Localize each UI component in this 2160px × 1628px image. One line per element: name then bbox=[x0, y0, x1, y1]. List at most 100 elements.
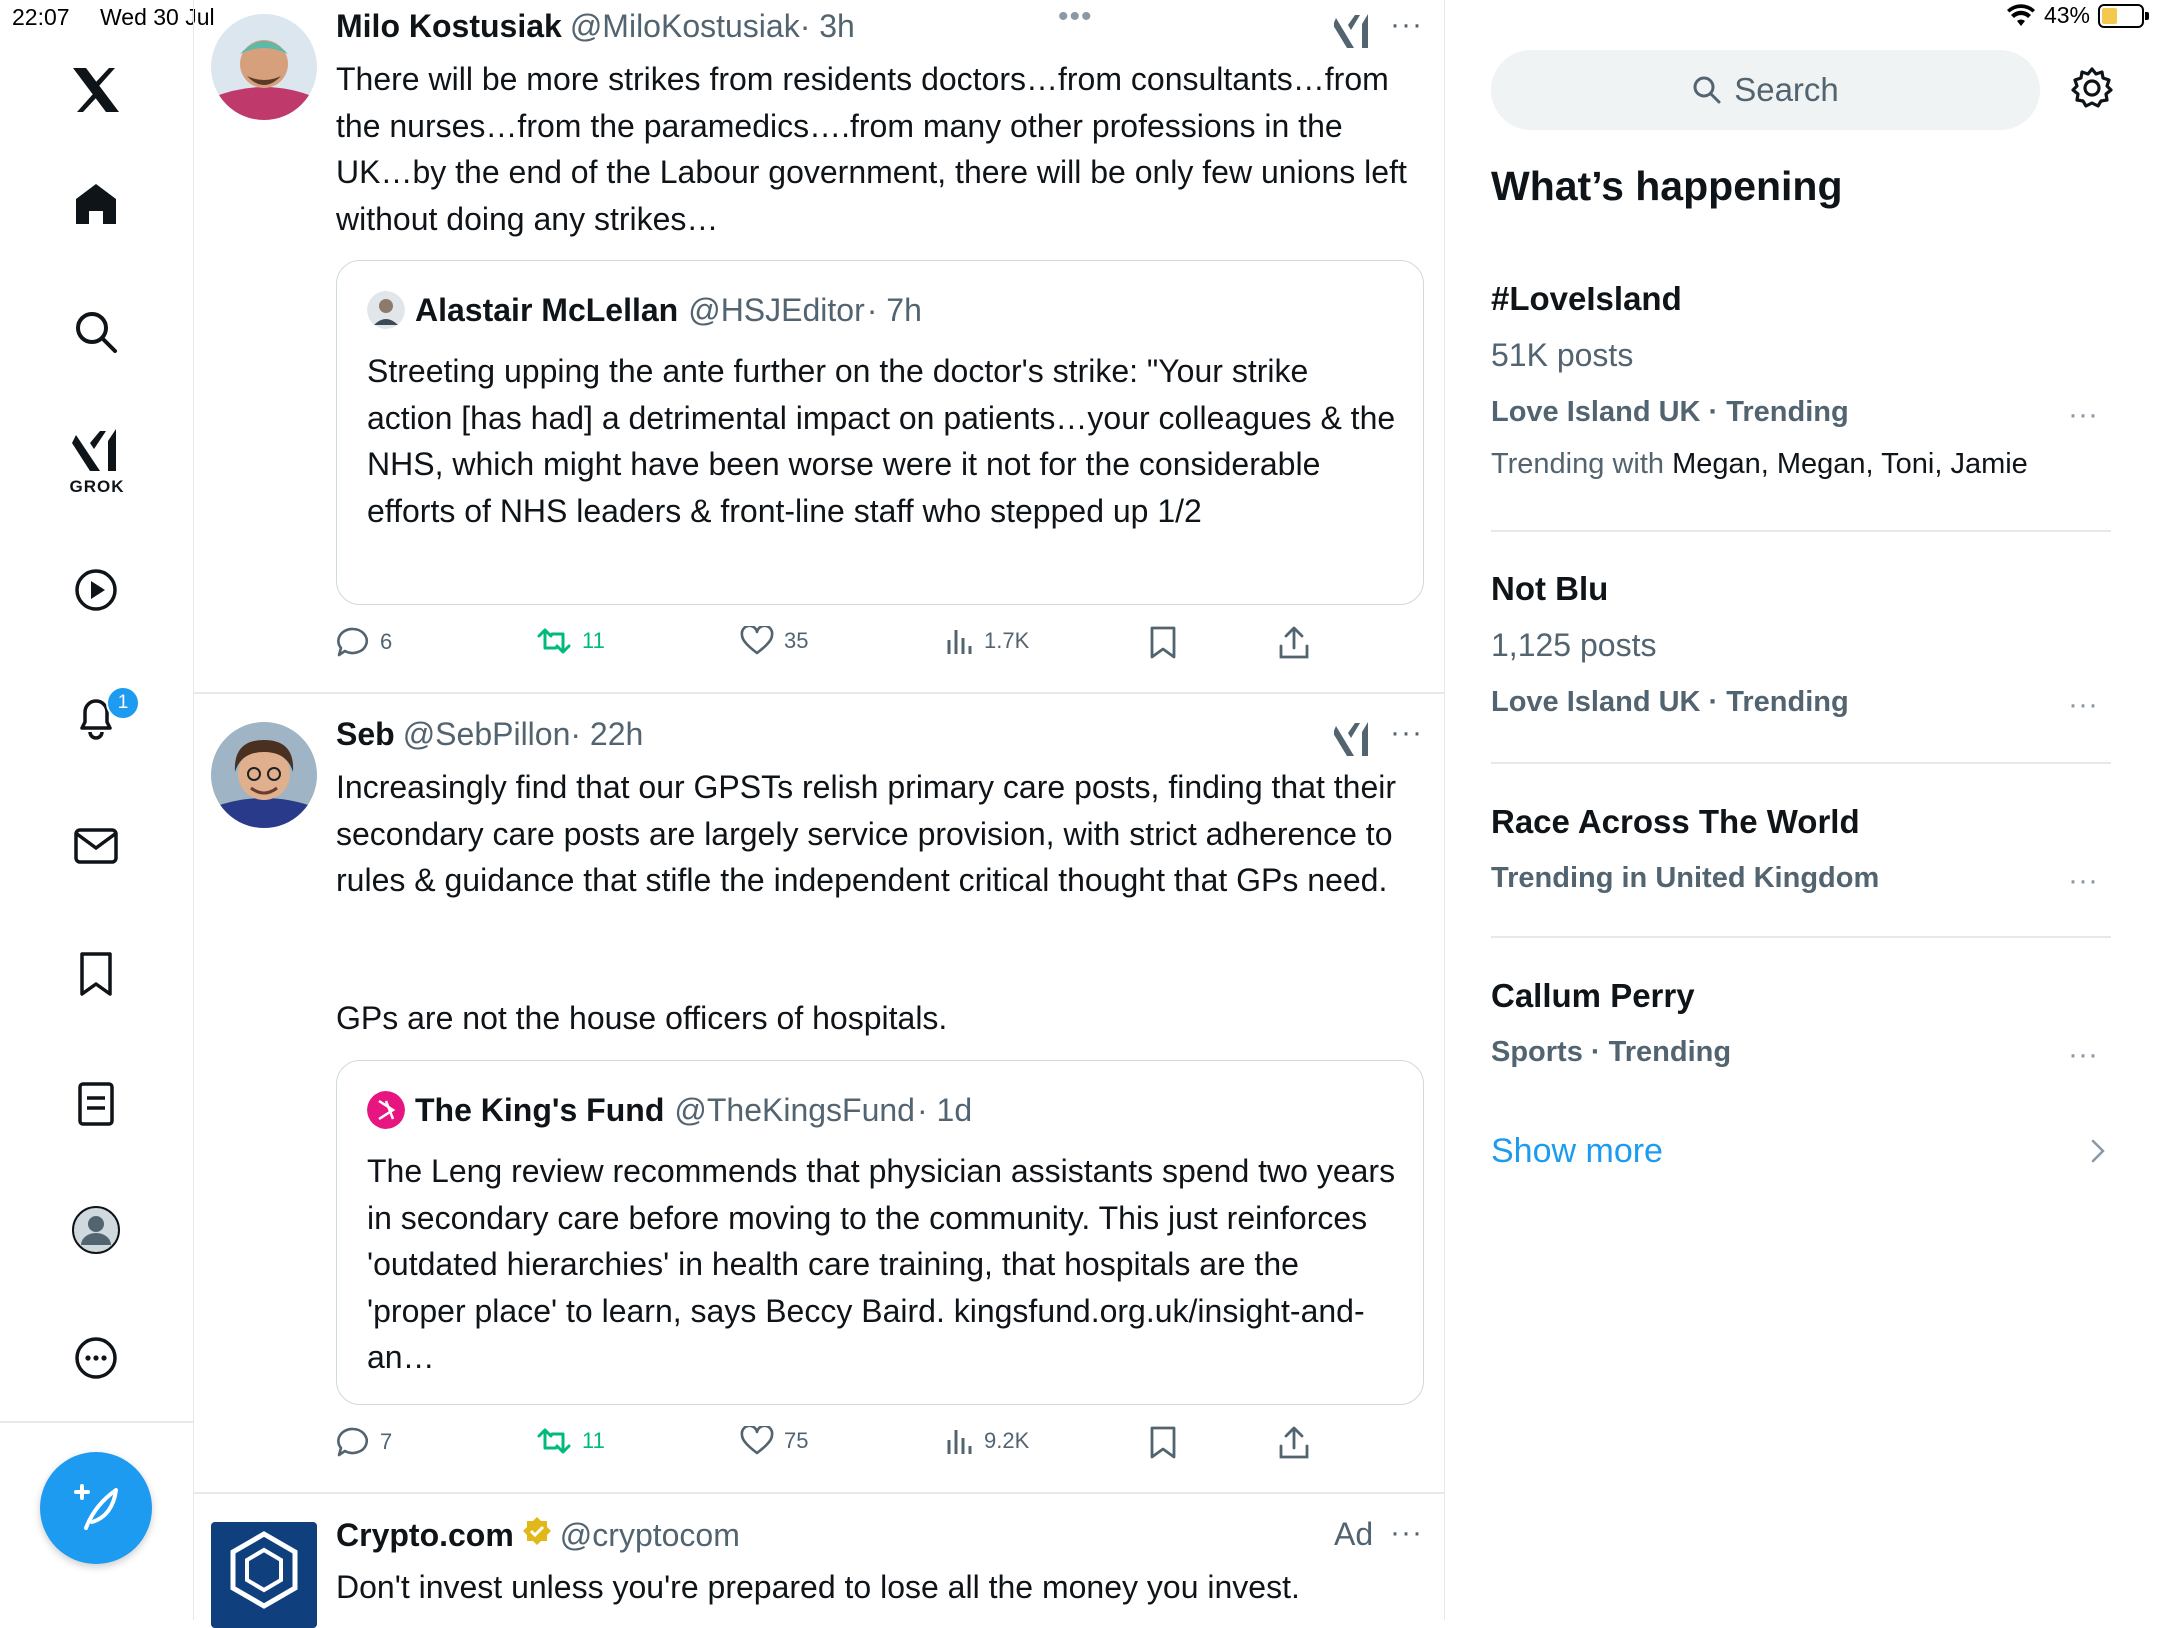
avatar-milo[interactable] bbox=[211, 14, 317, 120]
reply-count: 6 bbox=[380, 629, 393, 654]
trend-meta: Love Island UK · Trending bbox=[1491, 396, 1849, 428]
reply-button[interactable]: 6 bbox=[336, 626, 392, 658]
heart-icon bbox=[740, 1426, 774, 1455]
messages-icon[interactable] bbox=[66, 816, 126, 876]
tweet-more-icon[interactable]: ··· bbox=[1390, 716, 1423, 750]
trend-divider bbox=[1491, 936, 2111, 938]
bookmark-button[interactable] bbox=[1148, 1426, 1178, 1460]
share-icon bbox=[1279, 1426, 1309, 1459]
view-count: 1.7K bbox=[984, 628, 1030, 653]
video-icon[interactable] bbox=[66, 560, 126, 620]
tweet-more-icon[interactable]: ··· bbox=[1390, 8, 1423, 42]
tweet-time[interactable]: · 3h bbox=[800, 8, 855, 45]
author-handle[interactable]: @cryptocom bbox=[560, 1517, 740, 1554]
like-button[interactable]: 75 bbox=[740, 1426, 808, 1456]
trend-divider bbox=[1491, 530, 2111, 532]
grok-explain-icon[interactable] bbox=[1334, 12, 1370, 50]
grok-icon[interactable] bbox=[66, 420, 126, 480]
tweet-header: Seb @SebPillon · 22h bbox=[336, 716, 643, 753]
like-count: 35 bbox=[784, 628, 809, 653]
like-button[interactable]: 35 bbox=[740, 626, 808, 656]
lists-icon[interactable] bbox=[66, 1074, 126, 1134]
quote-header: Alastair McLellan @HSJEditor · 7h bbox=[367, 291, 922, 329]
search-icon[interactable] bbox=[66, 302, 126, 362]
search-icon bbox=[1693, 76, 1721, 104]
tweet-text: Increasingly find that our GPSTs relish … bbox=[336, 769, 1397, 898]
repost-count: 11 bbox=[582, 1428, 605, 1453]
battery-percent: 43% bbox=[2043, 2, 2090, 28]
repost-icon bbox=[537, 1428, 571, 1454]
reply-count: 7 bbox=[380, 1429, 393, 1454]
quote-author-handle: @TheKingsFund bbox=[674, 1091, 915, 1128]
author-handle[interactable]: @MiloKostusiak bbox=[570, 8, 800, 45]
reply-icon bbox=[337, 627, 369, 657]
tweet-separator bbox=[194, 692, 1444, 694]
repost-button[interactable]: 11 bbox=[536, 1426, 605, 1456]
search-bar[interactable]: Search bbox=[1491, 50, 2040, 130]
tweet-header: Crypto.com @cryptocom bbox=[336, 1516, 740, 1554]
trend-title: Not Blu bbox=[1491, 570, 1609, 607]
view-count: 9.2K bbox=[984, 1428, 1030, 1453]
bookmark-button[interactable] bbox=[1148, 626, 1178, 660]
author-handle[interactable]: @SebPillon bbox=[403, 716, 571, 753]
reply-button[interactable]: 7 bbox=[336, 1426, 392, 1458]
trend-with-names: Megan, Megan, Toni, Jamie bbox=[1672, 448, 2028, 480]
notifications-badge: 1 bbox=[106, 686, 140, 720]
settings-gear-icon[interactable] bbox=[2070, 66, 2114, 110]
quote-tweet[interactable]: Alastair McLellan @HSJEditor · 7h Street… bbox=[336, 260, 1424, 605]
quote-header: The King's Fund @TheKingsFund · 1d bbox=[367, 1091, 972, 1129]
quote-tweet[interactable]: The King's Fund @TheKingsFund · 1d The L… bbox=[336, 1060, 1424, 1405]
trend-more-icon[interactable]: ··· bbox=[2068, 398, 2098, 432]
share-button[interactable] bbox=[1278, 626, 1310, 660]
grok-explain-icon[interactable] bbox=[1334, 720, 1370, 758]
quote-text: The Leng review recommends that physicia… bbox=[367, 1153, 1396, 1375]
tweet-separator bbox=[194, 1492, 1444, 1494]
views-icon bbox=[947, 1430, 972, 1454]
search-placeholder: Search bbox=[1734, 71, 1839, 108]
quote-time: · 7h bbox=[866, 291, 922, 328]
quote-author-handle: @HSJEditor bbox=[688, 291, 865, 328]
bookmarks-icon[interactable] bbox=[66, 944, 126, 1004]
quote-author-name: Alastair McLellan bbox=[415, 291, 679, 328]
trend-posts: 51K posts bbox=[1491, 337, 1634, 373]
views-button[interactable]: 9.2K bbox=[944, 1426, 1029, 1456]
tweet-more-icon[interactable]: ··· bbox=[1390, 1516, 1423, 1550]
show-more-link[interactable]: Show more bbox=[1491, 1132, 1663, 1171]
author-name[interactable]: Milo Kostusiak bbox=[336, 8, 562, 45]
trend-more-icon[interactable]: ··· bbox=[2068, 864, 2098, 898]
tweet-text-paragraph-2: GPs are not the house officers of hospit… bbox=[336, 1000, 948, 1036]
author-name[interactable]: Crypto.com bbox=[336, 1517, 514, 1554]
verified-gold-icon bbox=[522, 1516, 552, 1546]
share-icon bbox=[1279, 626, 1309, 659]
trend-posts: 1,125 posts bbox=[1491, 627, 1657, 663]
trend-with: Trending with Megan, Megan, Toni, Jamie bbox=[1491, 448, 2028, 481]
bookmark-icon bbox=[1150, 1426, 1176, 1459]
rail-divider bbox=[0, 1421, 193, 1423]
ad-label: Ad bbox=[1334, 1516, 1374, 1552]
views-icon bbox=[947, 630, 972, 654]
trend-divider bbox=[1491, 762, 2111, 764]
avatar-cryptocom[interactable] bbox=[211, 1522, 317, 1628]
quote-time: · 1d bbox=[916, 1091, 973, 1128]
profile-icon[interactable] bbox=[66, 1200, 126, 1260]
tweet-text: There will be more strikes from resident… bbox=[336, 61, 1407, 237]
trend-meta: Sports · Trending bbox=[1491, 1036, 1732, 1068]
trend-more-icon[interactable]: ··· bbox=[2068, 1038, 2098, 1072]
x-logo-icon[interactable] bbox=[66, 60, 126, 120]
more-icon[interactable] bbox=[66, 1328, 126, 1388]
tweet-text: Don't invest unless you're prepared to l… bbox=[336, 1569, 1300, 1605]
repost-count: 11 bbox=[582, 628, 605, 653]
trend-meta: Love Island UK · Trending bbox=[1491, 686, 1849, 718]
repost-button[interactable]: 11 bbox=[536, 626, 605, 656]
status-indicators: 43% bbox=[2006, 2, 2149, 29]
trend-more-icon[interactable]: ··· bbox=[2068, 688, 2098, 722]
chevron-right-icon bbox=[2090, 1138, 2106, 1164]
views-button[interactable]: 1.7K bbox=[944, 626, 1029, 656]
home-icon[interactable] bbox=[66, 174, 126, 234]
compose-button[interactable] bbox=[40, 1452, 152, 1564]
tweet-time[interactable]: · 22h bbox=[570, 716, 643, 753]
author-name[interactable]: Seb bbox=[336, 716, 395, 753]
grok-label: GROK bbox=[69, 477, 125, 496]
avatar-seb[interactable] bbox=[211, 722, 317, 828]
share-button[interactable] bbox=[1278, 1426, 1310, 1460]
